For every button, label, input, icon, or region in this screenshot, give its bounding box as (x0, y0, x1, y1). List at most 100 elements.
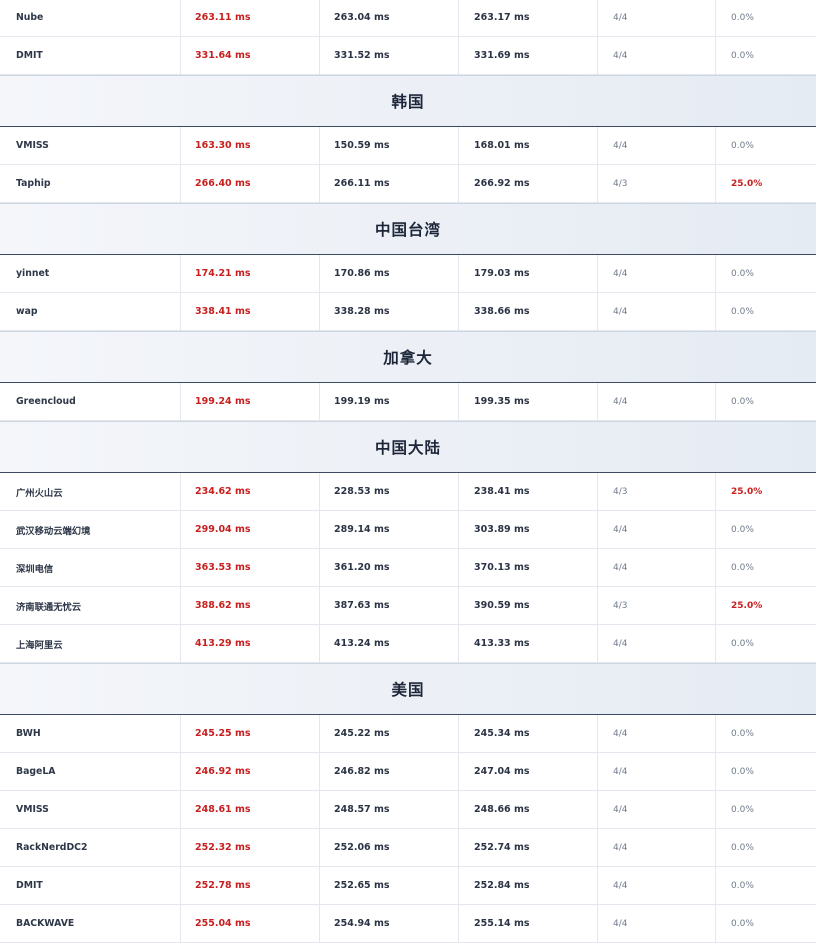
region-title: 韩国 (391, 93, 425, 111)
latency-value-cell: 331.64 ms (181, 37, 320, 74)
node-name-cell: Nube (0, 0, 181, 36)
latency-table: Nube 263.11 ms 263.04 ms 263.17 ms 4/4 0.0% DM… (0, 0, 816, 943)
latency-min-cell: 263.04 ms (320, 0, 459, 36)
latency-max-cell: 247.04 ms (459, 753, 598, 790)
latency-min-cell: 252.65 ms (320, 867, 459, 904)
node-name-cell: VMISS (0, 127, 181, 164)
node-name-cell: Greencloud (0, 383, 181, 420)
packet-loss-cell: 0.0% (731, 880, 754, 891)
table-row: BWH 245.25 ms 245.22 ms 245.34 ms 4/4 0.0% (0, 715, 816, 753)
latency-value-cell: 174.21 ms (181, 255, 320, 292)
packet-loss-cell: 0.0% (731, 842, 754, 853)
table-row: 上海阿里云 413.29 ms 413.24 ms 413.33 ms 4/4 0.0% (0, 625, 816, 663)
region-title: 中国台湾 (374, 221, 441, 239)
packet-count-cell: 4/4 (598, 255, 716, 292)
packet-count-cell: 4/4 (598, 791, 716, 828)
latency-min-cell: 254.94 ms (320, 905, 459, 942)
latency-max-cell: 255.14 ms (459, 905, 598, 942)
table-row: 深圳电信 363.53 ms 361.20 ms 370.13 ms 4/4 0.0% (0, 549, 816, 587)
latency-value-cell: 234.62 ms (181, 473, 320, 510)
packet-count-cell: 4/3 (598, 165, 716, 202)
packet-count-cell: 4/4 (598, 549, 716, 586)
latency-min-cell: 246.82 ms (320, 753, 459, 790)
packet-loss-cell: 0.0% (731, 140, 754, 151)
latency-value-cell: 363.53 ms (181, 549, 320, 586)
table-row: DMIT 331.64 ms 331.52 ms 331.69 ms 4/4 0.0% (0, 37, 816, 75)
latency-max-cell: 245.34 ms (459, 715, 598, 752)
node-name-cell: Taphip (0, 165, 181, 202)
table-row: RackNerdDC2 252.32 ms 252.06 ms 252.74 ms 4/… (0, 829, 816, 867)
latency-value-cell: 338.41 ms (181, 293, 320, 330)
table-row: wap 338.41 ms 338.28 ms 338.66 ms 4/4 0.0% (0, 293, 816, 331)
table-row: yinnet 174.21 ms 170.86 ms 179.03 ms 4/4 0.0% (0, 255, 816, 293)
packet-loss-cell: 0.0% (731, 638, 754, 649)
latency-max-cell: 331.69 ms (459, 37, 598, 74)
packet-loss-cell: 0.0% (731, 766, 754, 777)
latency-value-cell: 263.11 ms (181, 0, 320, 36)
region-header: 美国 (0, 663, 816, 715)
table-row: BageLA 246.92 ms 246.82 ms 247.04 ms 4/4 0.0% (0, 753, 816, 791)
latency-min-cell: 338.28 ms (320, 293, 459, 330)
latency-value-cell: 199.24 ms (181, 383, 320, 420)
table-row: 武汉移动云端幻境 299.04 ms 289.14 ms 303.89 ms 4/4 0.… (0, 511, 816, 549)
latency-min-cell: 150.59 ms (320, 127, 459, 164)
latency-value-cell: 388.62 ms (181, 587, 320, 624)
packet-loss-cell: 0.0% (731, 728, 754, 739)
node-name-cell: 广州火山云 (0, 473, 181, 510)
node-name-cell: 深圳电信 (0, 549, 181, 586)
packet-count-cell: 4/4 (598, 829, 716, 866)
packet-loss-cell: 25.0% (731, 600, 763, 611)
table-row: 广州火山云 234.62 ms 228.53 ms 238.41 ms 4/3 25.0% (0, 473, 816, 511)
latency-value-cell: 255.04 ms (181, 905, 320, 942)
node-name-cell: yinnet (0, 255, 181, 292)
latency-max-cell: 252.84 ms (459, 867, 598, 904)
node-name-cell: BageLA (0, 753, 181, 790)
latency-min-cell: 266.11 ms (320, 165, 459, 202)
node-name-cell: DMIT (0, 867, 181, 904)
latency-max-cell: 248.66 ms (459, 791, 598, 828)
table-row: 济南联通无忧云 388.62 ms 387.63 ms 390.59 ms 4/3 25.… (0, 587, 816, 625)
latency-max-cell: 370.13 ms (459, 549, 598, 586)
latency-min-cell: 252.06 ms (320, 829, 459, 866)
node-name-cell: DMIT (0, 37, 181, 74)
table-row: VMISS 163.30 ms 150.59 ms 168.01 ms 4/4 0.0% (0, 127, 816, 165)
packet-count-cell: 4/4 (598, 511, 716, 548)
node-name-cell: 上海阿里云 (0, 625, 181, 662)
latency-value-cell: 252.32 ms (181, 829, 320, 866)
packet-loss-cell: 0.0% (731, 804, 754, 815)
region-title: 加拿大 (383, 349, 433, 367)
latency-min-cell: 413.24 ms (320, 625, 459, 662)
region-header: 中国台湾 (0, 203, 816, 255)
region-title: 中国大陆 (374, 439, 441, 457)
table-row: Taphip 266.40 ms 266.11 ms 266.92 ms 4/3 25.0… (0, 165, 816, 203)
latency-value-cell: 246.92 ms (181, 753, 320, 790)
latency-min-cell: 228.53 ms (320, 473, 459, 510)
packet-loss-cell: 25.0% (731, 486, 763, 497)
latency-value-cell: 266.40 ms (181, 165, 320, 202)
latency-value-cell: 248.61 ms (181, 791, 320, 828)
region-title: 美国 (391, 681, 425, 699)
table-row: Nube 263.11 ms 263.04 ms 263.17 ms 4/4 0.0% (0, 0, 816, 37)
packet-loss-cell: 0.0% (731, 268, 754, 279)
latency-min-cell: 361.20 ms (320, 549, 459, 586)
latency-max-cell: 168.01 ms (459, 127, 598, 164)
latency-max-cell: 266.92 ms (459, 165, 598, 202)
packet-loss-cell: 0.0% (731, 396, 754, 407)
node-name-cell: VMISS (0, 791, 181, 828)
latency-value-cell: 163.30 ms (181, 127, 320, 164)
packet-count-cell: 4/4 (598, 905, 716, 942)
table-row: DMIT 252.78 ms 252.65 ms 252.84 ms 4/4 0.0% (0, 867, 816, 905)
node-name-cell: wap (0, 293, 181, 330)
node-name-cell: BWH (0, 715, 181, 752)
packet-count-cell: 4/4 (598, 867, 716, 904)
packet-count-cell: 4/4 (598, 37, 716, 74)
latency-max-cell: 252.74 ms (459, 829, 598, 866)
latency-max-cell: 303.89 ms (459, 511, 598, 548)
latency-max-cell: 199.35 ms (459, 383, 598, 420)
packet-count-cell: 4/4 (598, 383, 716, 420)
node-name-cell: RackNerdDC2 (0, 829, 181, 866)
region-header: 韩国 (0, 75, 816, 127)
packet-count-cell: 4/4 (598, 625, 716, 662)
packet-loss-cell: 0.0% (731, 524, 754, 535)
packet-count-cell: 4/4 (598, 0, 716, 36)
